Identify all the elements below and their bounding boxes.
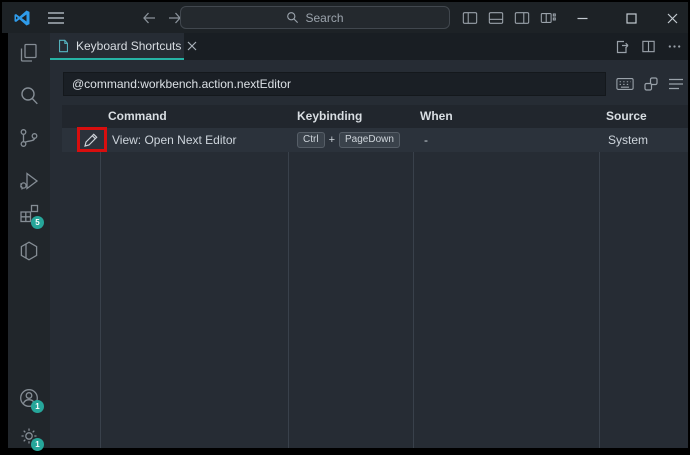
annotation-box: [77, 127, 107, 152]
key-separator: +: [329, 134, 335, 146]
open-keyboard-shortcuts-json-icon[interactable]: [614, 39, 630, 55]
menu-icon[interactable]: [46, 9, 66, 27]
vscode-window: Search: [0, 0, 690, 455]
sort-precedence-icon[interactable]: [643, 76, 659, 92]
key-chip: PageDown: [339, 132, 400, 148]
keybindings-editor: Command Keybinding When Source View: Ope…: [50, 60, 688, 448]
search-icon: [286, 11, 299, 24]
explorer-icon[interactable]: [17, 42, 41, 66]
settings-badge: 1: [31, 438, 44, 451]
accounts-badge: 1: [31, 400, 44, 413]
settings-gear-icon[interactable]: 1: [17, 424, 41, 448]
toggle-secondary-sidebar-icon[interactable]: [514, 10, 530, 26]
tab-bar: Keyboard Shortcuts: [50, 33, 688, 60]
keybindings-search-input[interactable]: [63, 72, 606, 96]
table-row[interactable]: View: Open Next Editor Ctrl + PageDown -…: [62, 128, 688, 152]
cell-keybinding: Ctrl + PageDown: [297, 128, 400, 152]
table-header-row: Command Keybinding When Source: [62, 105, 688, 128]
file-icon: [57, 39, 70, 53]
cell-when: -: [424, 128, 428, 152]
titlebar-search-box[interactable]: Search: [180, 6, 450, 29]
more-actions-icon[interactable]: [667, 39, 682, 54]
vscode-logo-icon: [12, 9, 32, 27]
cell-source: System: [608, 128, 648, 152]
tab-keyboard-shortcuts[interactable]: Keyboard Shortcuts: [50, 33, 184, 60]
titlebar-search-placeholder: Search: [305, 11, 343, 25]
keybindings-table: Command Keybinding When Source View: Ope…: [62, 105, 688, 448]
tab-label: Keyboard Shortcuts: [76, 39, 181, 53]
column-separator[interactable]: [413, 105, 414, 448]
editor-group: Keyboard Shortcuts: [50, 33, 688, 448]
record-keys-icon[interactable]: [616, 77, 634, 91]
source-control-icon[interactable]: [17, 126, 41, 150]
toggle-panel-icon[interactable]: [488, 10, 504, 26]
header-source[interactable]: Source: [606, 105, 647, 128]
maximize-icon[interactable]: [622, 9, 640, 27]
tab-close-icon[interactable]: [187, 39, 197, 53]
filter-list-icon[interactable]: [668, 77, 684, 91]
keybindings-search-actions: [616, 76, 684, 92]
cell-command: View: Open Next Editor: [112, 128, 237, 152]
keybindings-search-row: [63, 72, 684, 96]
minimize-icon[interactable]: [573, 9, 591, 27]
close-icon[interactable]: [663, 9, 681, 27]
column-separator[interactable]: [288, 105, 289, 448]
customize-layout-icon[interactable]: [540, 10, 556, 26]
header-command[interactable]: Command: [108, 105, 167, 128]
column-separator[interactable]: [599, 105, 600, 448]
activity-bar: 5 1 1: [8, 33, 50, 448]
back-icon[interactable]: [140, 9, 158, 27]
header-keybinding[interactable]: Keybinding: [297, 105, 362, 128]
accounts-icon[interactable]: 1: [17, 386, 41, 410]
extensions-badge: 5: [31, 216, 44, 229]
run-debug-icon[interactable]: [17, 169, 41, 193]
header-when[interactable]: When: [420, 105, 453, 128]
hexagon-view-icon[interactable]: [17, 239, 41, 263]
column-separator[interactable]: [100, 105, 101, 448]
key-chip: Ctrl: [297, 132, 325, 148]
search-view-icon[interactable]: [17, 84, 41, 108]
split-editor-icon[interactable]: [641, 39, 656, 54]
extensions-icon[interactable]: 5: [17, 202, 41, 226]
editor-actions: [614, 33, 682, 60]
layout-controls: [462, 10, 556, 26]
toggle-sidebar-icon[interactable]: [462, 10, 478, 26]
title-bar: Search: [2, 2, 688, 33]
